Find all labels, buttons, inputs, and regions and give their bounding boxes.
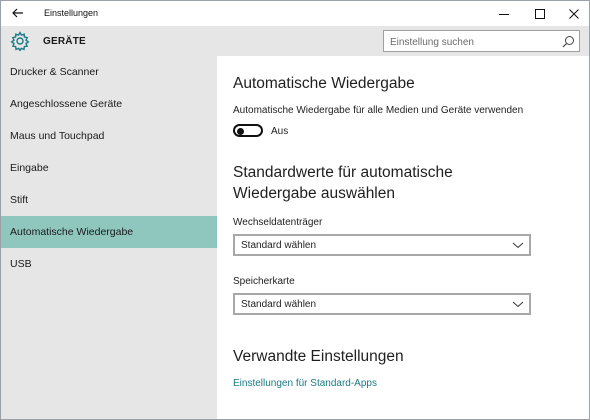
minimize-button[interactable] bbox=[487, 1, 521, 26]
sidebar-item-mouse-touchpad[interactable]: Maus und Touchpad bbox=[1, 120, 217, 152]
chevron-down-icon bbox=[512, 242, 524, 249]
page-title: GERÄTE bbox=[43, 36, 86, 47]
title-bar: Einstellungen bbox=[1, 1, 589, 26]
sidebar-item-connected-devices[interactable]: Angeschlossene Geräte bbox=[1, 88, 217, 120]
autoplay-toggle-state: Aus bbox=[271, 126, 289, 137]
maximize-icon bbox=[535, 8, 545, 19]
removable-drive-label: Wechseldatenträger bbox=[233, 217, 323, 228]
sidebar-item-autoplay[interactable]: Automatische Wiedergabe bbox=[1, 216, 217, 248]
page-header: GERÄTE bbox=[1, 26, 589, 56]
back-button[interactable] bbox=[7, 4, 29, 22]
main-content: Automatische Wiedergabe Automatische Wie… bbox=[217, 56, 589, 419]
search-box[interactable] bbox=[383, 30, 580, 52]
sidebar-item-typing[interactable]: Eingabe bbox=[1, 152, 217, 184]
default-apps-link[interactable]: Einstellungen für Standard-Apps bbox=[233, 378, 377, 389]
sidebar-item-label: Maus und Touchpad bbox=[10, 130, 105, 142]
close-icon bbox=[569, 8, 579, 19]
sidebar-item-label: Eingabe bbox=[10, 162, 49, 174]
defaults-heading-line2: Wiedergabe auswählen bbox=[233, 185, 395, 202]
toggle-knob bbox=[237, 127, 244, 135]
sidebar-item-printers-scanners[interactable]: Drucker & Scanner bbox=[1, 56, 217, 88]
minimize-icon bbox=[499, 13, 509, 15]
autoplay-toggle[interactable] bbox=[233, 124, 263, 137]
dropdown-value: Standard wählen bbox=[241, 299, 317, 310]
sidebar-item-usb[interactable]: USB bbox=[1, 248, 217, 280]
dropdown-value: Standard wählen bbox=[241, 240, 317, 251]
sidebar-item-pen[interactable]: Stift bbox=[1, 184, 217, 216]
sidebar-item-label: Stift bbox=[10, 194, 29, 206]
maximize-button[interactable] bbox=[523, 1, 557, 26]
gear-icon bbox=[10, 31, 30, 51]
window-title: Einstellungen bbox=[44, 8, 99, 18]
removable-drive-dropdown[interactable]: Standard wählen bbox=[233, 234, 531, 256]
related-settings-heading: Verwandte Einstellungen bbox=[233, 348, 404, 365]
search-input[interactable] bbox=[390, 35, 555, 49]
close-button[interactable] bbox=[557, 1, 589, 26]
chevron-down-icon bbox=[512, 301, 524, 308]
sidebar-item-label: Drucker & Scanner bbox=[10, 66, 99, 78]
settings-window: Einstellungen GERÄTE Einstellung suchen … bbox=[0, 0, 590, 420]
sidebar-item-label: USB bbox=[10, 258, 32, 270]
sidebar-item-label: Automatische Wiedergabe bbox=[10, 226, 134, 238]
sidebar: Drucker & Scanner Angeschlossene Geräte … bbox=[1, 56, 217, 419]
back-arrow-icon bbox=[12, 8, 23, 18]
autoplay-toggle-label: Automatische Wiedergabe für alle Medien … bbox=[233, 105, 524, 116]
autoplay-heading: Automatische Wiedergabe bbox=[233, 75, 415, 92]
memory-card-label: Speicherkarte bbox=[233, 276, 295, 287]
sidebar-item-label: Angeschlossene Geräte bbox=[10, 98, 123, 110]
defaults-heading-line1: Standardwerte für automatische bbox=[233, 164, 453, 181]
search-icon[interactable] bbox=[562, 35, 575, 48]
memory-card-dropdown[interactable]: Standard wählen bbox=[233, 293, 531, 315]
